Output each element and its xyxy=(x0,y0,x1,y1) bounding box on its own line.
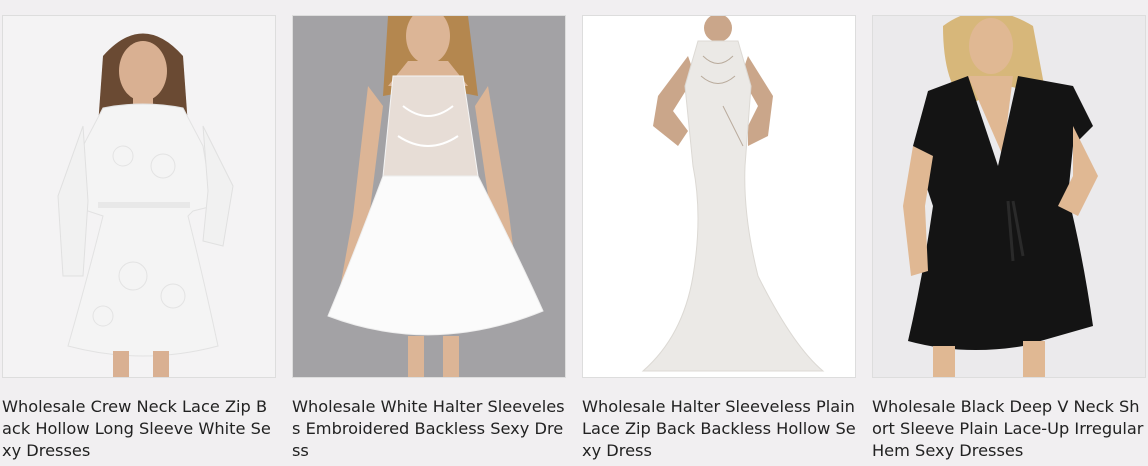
product-title[interactable]: Wholesale Crew Neck Lace Zip Back Hollow… xyxy=(2,396,276,462)
product-grid: Wholesale Crew Neck Lace Zip Back Hollow… xyxy=(0,0,1148,466)
product-card[interactable]: Wholesale Black Deep V Neck Short Sleeve… xyxy=(872,15,1146,462)
product-photo-illustration xyxy=(293,16,565,377)
product-title[interactable]: Wholesale White Halter Sleeveless Embroi… xyxy=(292,396,566,462)
product-title[interactable]: Wholesale Black Deep V Neck Short Sleeve… xyxy=(872,396,1146,462)
product-card[interactable]: Wholesale Halter Sleeveless Plain Lace Z… xyxy=(582,15,856,462)
product-image[interactable] xyxy=(292,15,566,378)
product-image[interactable] xyxy=(2,15,276,378)
product-photo-illustration xyxy=(873,16,1145,377)
product-photo-illustration xyxy=(583,16,855,377)
product-image[interactable] xyxy=(872,15,1146,378)
product-image[interactable] xyxy=(582,15,856,378)
product-card[interactable]: Wholesale Crew Neck Lace Zip Back Hollow… xyxy=(2,15,276,462)
product-title[interactable]: Wholesale Halter Sleeveless Plain Lace Z… xyxy=(582,396,856,462)
product-photo-illustration xyxy=(3,16,275,377)
product-card[interactable]: Wholesale White Halter Sleeveless Embroi… xyxy=(292,15,566,462)
